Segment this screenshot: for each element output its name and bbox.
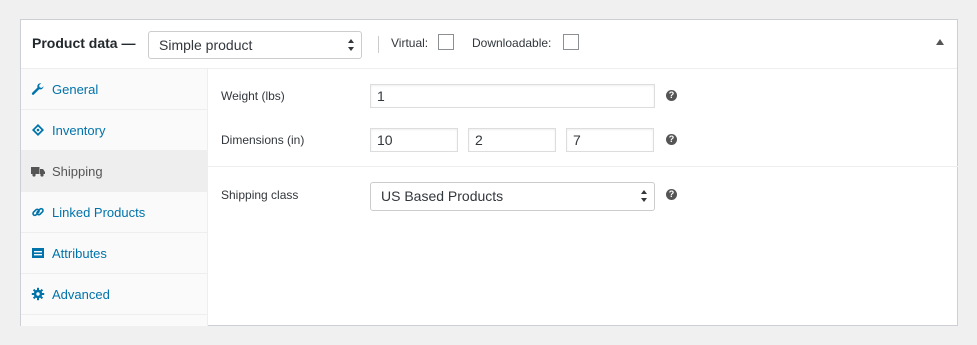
shipping-class-value: US Based Products [381,188,504,204]
product-data-title: Product data — [32,35,136,51]
dimensions-help-icon[interactable]: ? [666,134,677,145]
tab-label-advanced: Advanced [52,287,110,302]
tab-label-shipping: Shipping [52,164,103,179]
gear-icon [31,287,45,301]
tag-icon [32,124,44,136]
weight-label: Weight (lbs) [221,89,285,103]
shipping-class-label: Shipping class [221,188,299,202]
tab-label-inventory: Inventory [52,123,106,138]
tab-general[interactable]: General [21,69,207,110]
collapse-toggle-icon[interactable] [936,39,944,45]
weight-input[interactable]: 1 [370,84,655,108]
list-icon [32,248,44,258]
virtual-checkbox[interactable] [438,34,454,50]
weight-value: 1 [377,88,385,104]
shipping-class-help-icon[interactable]: ? [666,189,677,200]
width-input[interactable]: 2 [468,128,556,152]
height-value: 7 [573,132,581,148]
downloadable-checkbox[interactable] [563,34,579,50]
virtual-label: Virtual: [391,36,429,50]
product-type-value: Simple product [159,37,253,53]
dimensions-label: Dimensions (in) [221,133,305,147]
product-data-header: Product data — Simple product Virtual: D… [21,20,957,69]
weight-help-icon[interactable]: ? [666,90,677,101]
product-data-tabs: General Inventory Shipping Linked Produc… [21,69,208,326]
tab-label-attributes: Attributes [52,246,107,261]
tab-attributes[interactable]: Attributes [21,233,207,274]
link-icon [32,207,44,217]
product-type-select[interactable]: Simple product [148,31,362,59]
select-arrows-icon [641,190,647,202]
tab-linked-products[interactable]: Linked Products [21,192,207,233]
downloadable-label: Downloadable: [472,36,552,50]
wrench-icon [31,83,44,95]
shipping-panel: Weight (lbs) 1 ? Dimensions (in) 10 2 7 … [208,69,958,326]
length-input[interactable]: 10 [370,128,458,152]
length-value: 10 [377,132,393,148]
tab-advanced[interactable]: Advanced [21,274,207,315]
header-divider [378,36,379,53]
width-value: 2 [475,132,483,148]
tab-label-linked-products: Linked Products [52,205,146,220]
product-data-panel: Product data — Simple product Virtual: D… [20,19,958,326]
truck-icon [31,167,45,177]
shipping-class-select[interactable]: US Based Products [370,182,655,211]
height-input[interactable]: 7 [566,128,654,152]
section-divider [208,166,958,167]
select-arrows-icon [348,39,354,51]
tab-label-general: General [52,82,99,97]
tab-inventory[interactable]: Inventory [21,110,207,151]
tab-shipping[interactable]: Shipping [21,151,207,192]
